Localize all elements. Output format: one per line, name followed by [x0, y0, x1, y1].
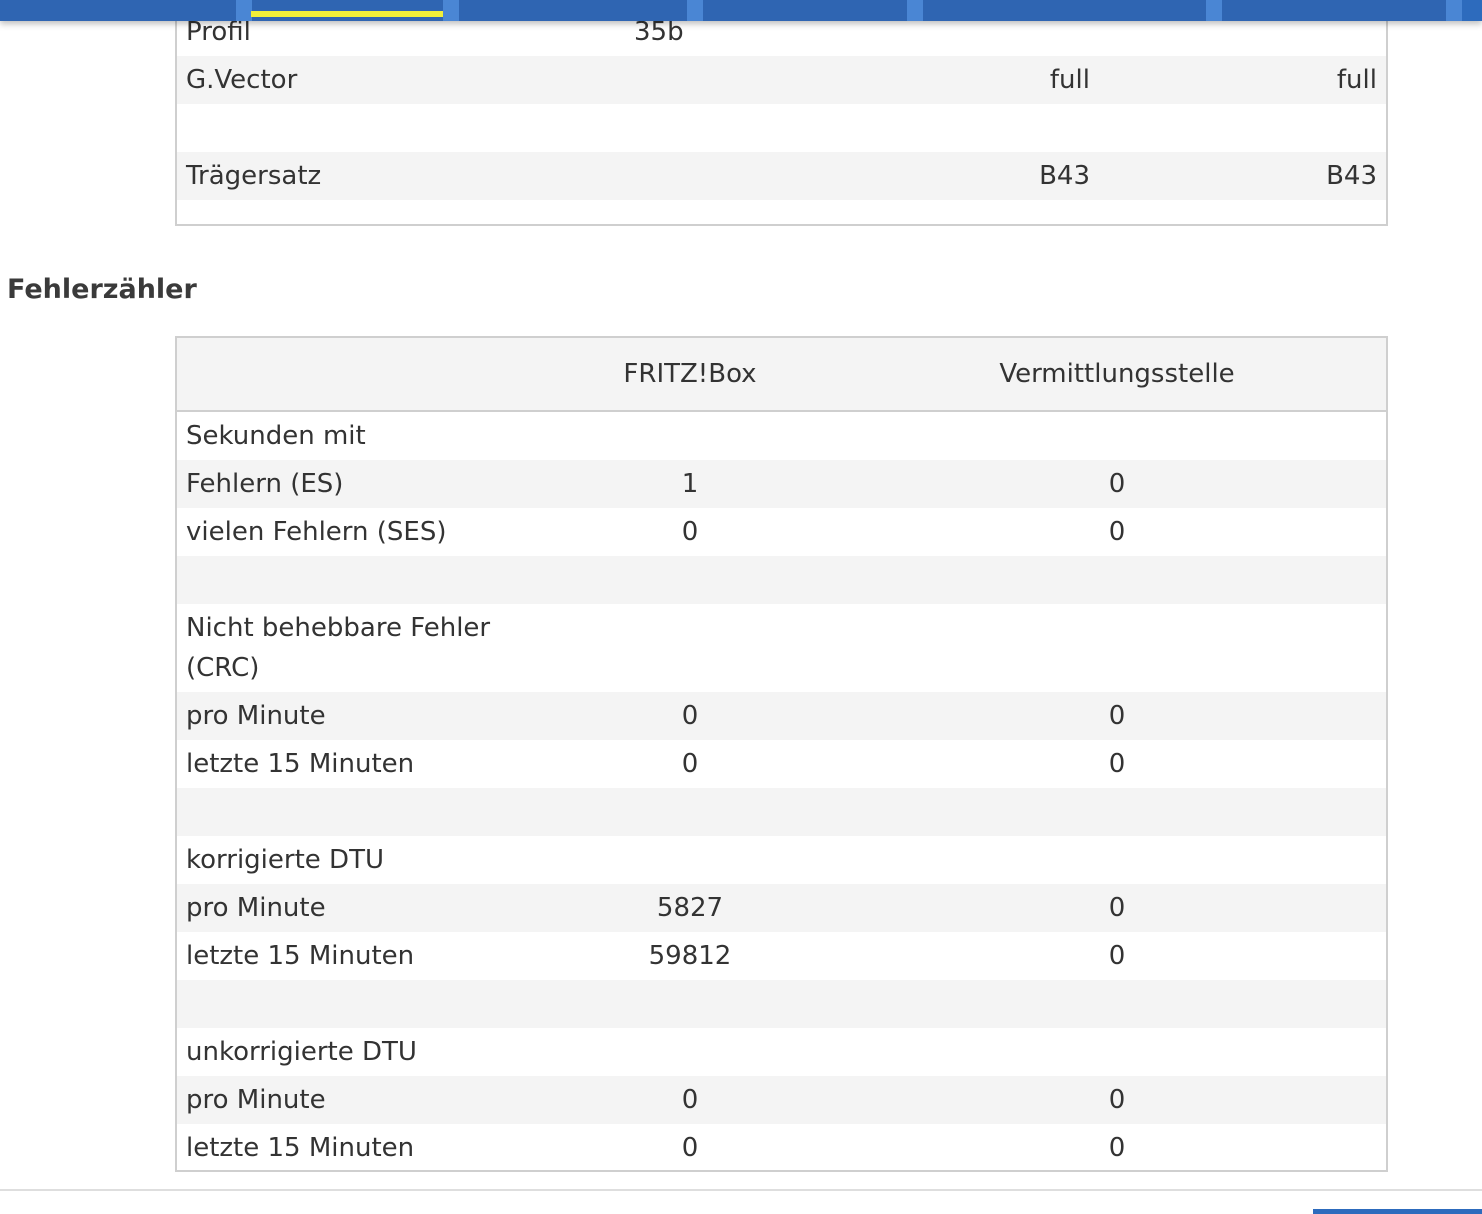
row-label: vielen Fehlern (SES) [186, 517, 447, 547]
table-row-empty [177, 104, 1386, 152]
table-header: FRITZ!Box Vermittlungsstelle [177, 338, 1386, 412]
row-label: letzte 15 Minuten [186, 941, 415, 971]
line-settings-table: Profil 35b G.Vector full full Trägersatz… [175, 0, 1388, 226]
row-label: letzte 15 Minuten [186, 1133, 415, 1163]
fritzbox-value: 59812 [648, 941, 732, 971]
table-row: Fehlern (ES) 1 0 [177, 460, 1386, 508]
table-row-empty [177, 980, 1386, 1028]
exchange-value: 0 [1108, 469, 1126, 499]
nav-tab-separator [687, 0, 703, 21]
table-row: korrigierte DTU [177, 836, 1386, 884]
nav-tab-6[interactable] [1222, 0, 1446, 21]
row-label: Fehlern (ES) [186, 469, 344, 499]
nav-tab-separator [236, 0, 252, 21]
fritzbox-value: 0 [681, 1133, 699, 1163]
table-row: letzte 15 Minuten 0 0 [177, 1124, 1386, 1172]
column-header-exchange: Vermittlungsstelle [999, 359, 1235, 389]
fritzbox-value: 1 [681, 469, 699, 499]
exchange-value: 0 [1108, 941, 1126, 971]
exchange-value: full [1336, 65, 1377, 95]
row-label: korrigierte DTU [186, 845, 384, 875]
error-counter-table: FRITZ!Box Vermittlungsstelle Sekunden mi… [175, 336, 1388, 1172]
row-label: letzte 15 Minuten [186, 749, 415, 779]
fritzbox-value: full [1049, 65, 1090, 95]
top-navigation-bar [0, 0, 1482, 21]
row-label: Nicht behebbare Fehler (CRC) [186, 613, 491, 683]
nav-tab-separator [443, 0, 459, 21]
table-row: Trägersatz B43 B43 [177, 152, 1386, 200]
row-label: unkorrigierte DTU [186, 1037, 417, 1067]
table-row: letzte 15 Minuten 59812 0 [177, 932, 1386, 980]
footer-button[interactable] [1313, 1209, 1482, 1214]
table-row-empty [177, 556, 1386, 604]
column-header-fritzbox: FRITZ!Box [623, 359, 757, 389]
fritzbox-value: 0 [681, 701, 699, 731]
row-label: pro Minute [186, 701, 326, 731]
table-row: G.Vector full full [177, 56, 1386, 104]
row-label: Trägersatz [186, 161, 322, 191]
nav-tab-separator [1446, 0, 1462, 21]
table-row: unkorrigierte DTU [177, 1028, 1386, 1076]
fritzbox-value: B43 [1039, 161, 1090, 191]
nav-tab-separator [1206, 0, 1222, 21]
row-label: G.Vector [186, 65, 298, 95]
active-tab-indicator [251, 11, 443, 17]
exchange-value: 0 [1108, 701, 1126, 731]
fritzbox-value: 5827 [656, 893, 724, 923]
footer-divider [0, 1189, 1482, 1191]
table-row: letzte 15 Minuten 0 0 [177, 740, 1386, 788]
table-row: Nicht behebbare Fehler (CRC) [177, 604, 1386, 692]
table-row: pro Minute 0 0 [177, 692, 1386, 740]
fritzbox-value: 0 [681, 517, 699, 547]
exchange-value: 0 [1108, 749, 1126, 779]
nav-tab-4[interactable] [703, 0, 907, 21]
table-row-empty [177, 788, 1386, 836]
nav-tab-1[interactable] [0, 0, 236, 21]
exchange-value: B43 [1326, 161, 1377, 191]
table-row: pro Minute 0 0 [177, 1076, 1386, 1124]
exchange-value: 0 [1108, 1133, 1126, 1163]
exchange-value: 0 [1108, 1085, 1126, 1115]
exchange-value: 0 [1108, 893, 1126, 923]
nav-tab-separator [907, 0, 923, 21]
nav-tab-3[interactable] [459, 0, 687, 21]
table-row: Sekunden mit [177, 412, 1386, 460]
section-title-error-counter: Fehlerzähler [7, 274, 197, 305]
row-label: pro Minute [186, 893, 326, 923]
exchange-value: 0 [1108, 517, 1126, 547]
nav-tab-5[interactable] [923, 0, 1206, 21]
row-label: pro Minute [186, 1085, 326, 1115]
table-row: pro Minute 5827 0 [177, 884, 1386, 932]
table-row: vielen Fehlern (SES) 0 0 [177, 508, 1386, 556]
fritzbox-value: 0 [681, 749, 699, 779]
fritzbox-value: 0 [681, 1085, 699, 1115]
row-label: Sekunden mit [186, 421, 366, 451]
